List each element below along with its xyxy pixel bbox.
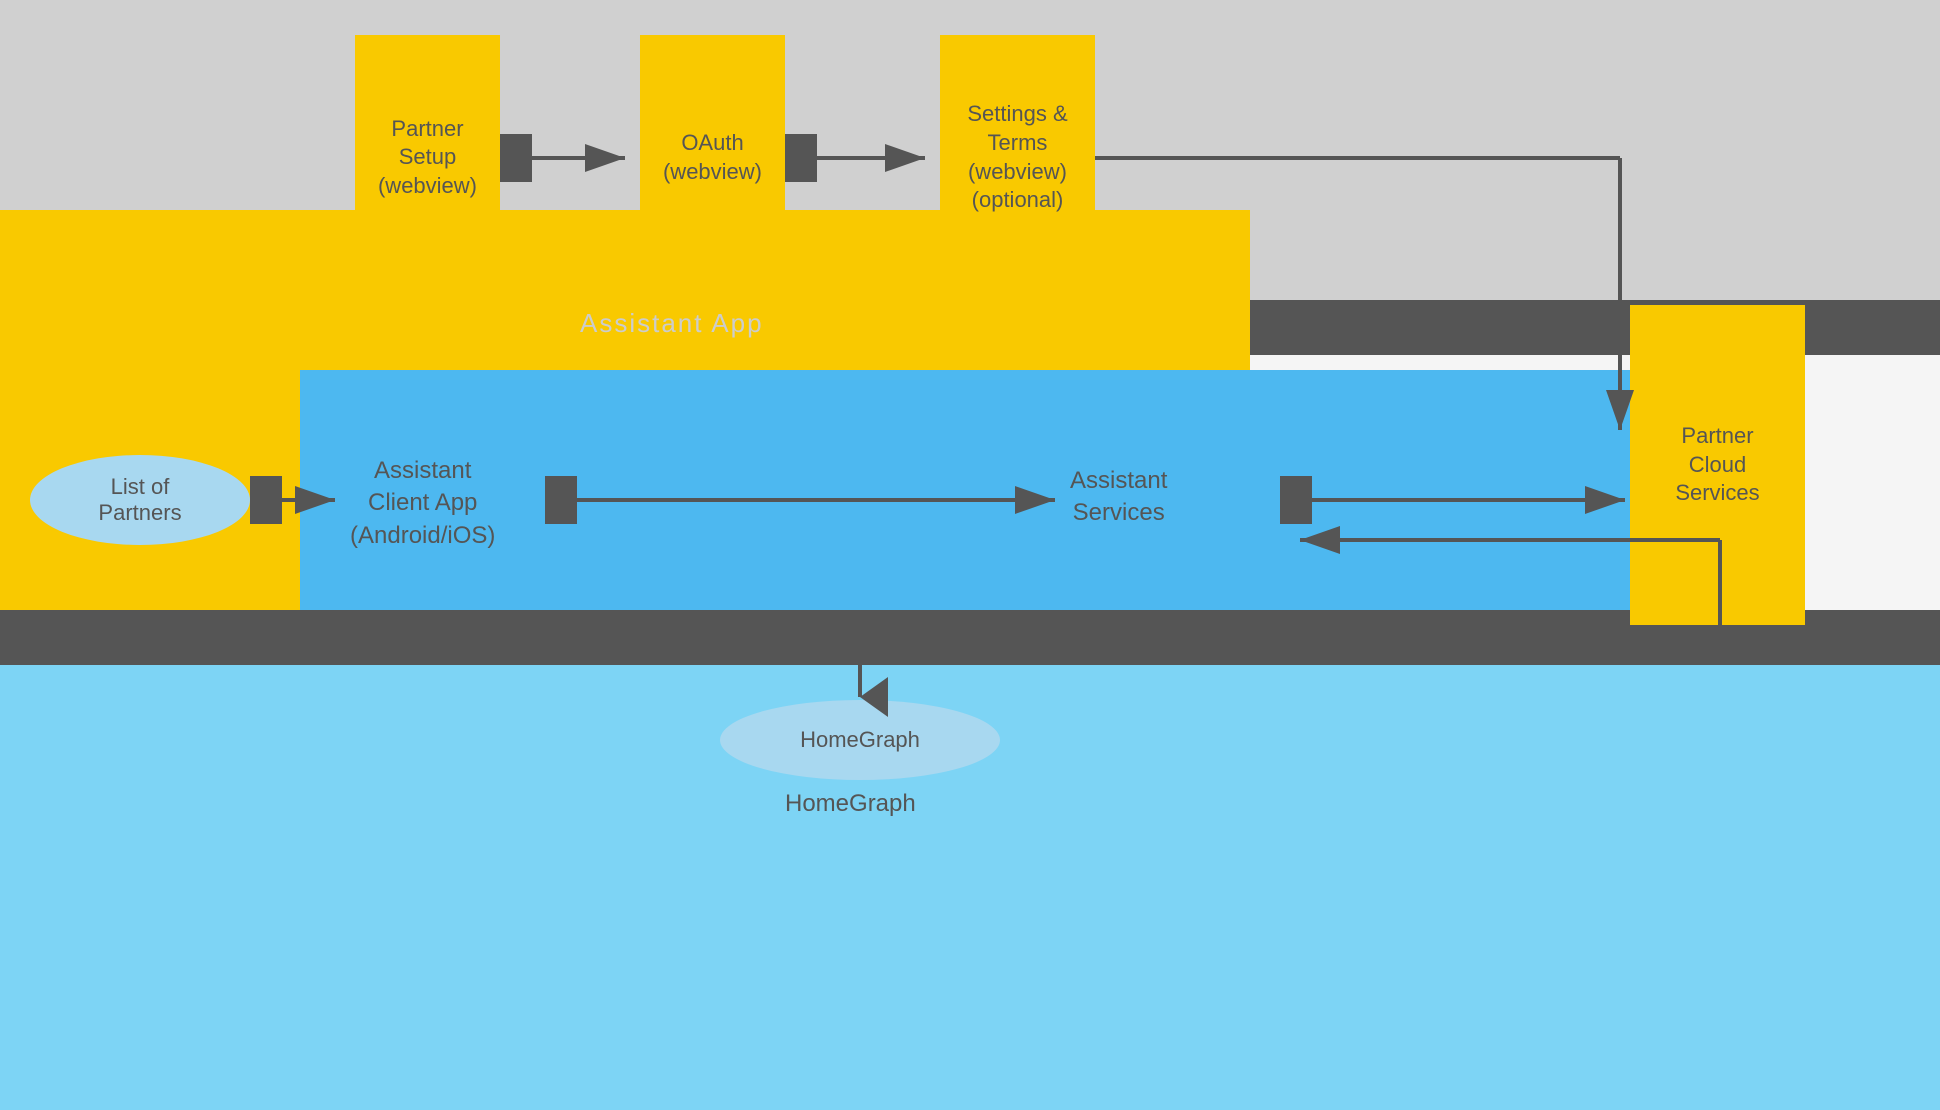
settings-label: Settings &Terms(webview)(optional) xyxy=(967,100,1067,214)
list-of-partners-ellipse: List ofPartners xyxy=(30,455,250,545)
assistant-client-app-label: AssistantClient App(Android/iOS) xyxy=(350,455,495,552)
homegraph-ellipse: HomeGraph xyxy=(720,700,1000,780)
partner-setup-box: PartnerSetup(webview) xyxy=(355,35,500,280)
settings-box: Settings &Terms(webview)(optional) xyxy=(940,35,1095,280)
oauth-box: OAuth(webview) xyxy=(640,35,785,280)
background-blue-bottom xyxy=(0,640,1940,1110)
list-of-partners-label: List ofPartners xyxy=(98,474,181,526)
assistant-app-bg-label: Assistant App xyxy=(580,308,764,339)
partner-cloud-box: PartnerCloudServices xyxy=(1630,305,1805,625)
partner-setup-label: PartnerSetup(webview) xyxy=(378,115,477,201)
assistant-services-label: AssistantServices xyxy=(1070,465,1167,530)
background-blue-main xyxy=(300,370,1640,635)
homegraph-text-label: HomeGraph xyxy=(785,790,916,818)
homegraph-label: HomeGraph xyxy=(800,727,920,753)
partner-cloud-label: PartnerCloudServices xyxy=(1675,422,1759,508)
oauth-label: OAuth(webview) xyxy=(663,129,762,186)
